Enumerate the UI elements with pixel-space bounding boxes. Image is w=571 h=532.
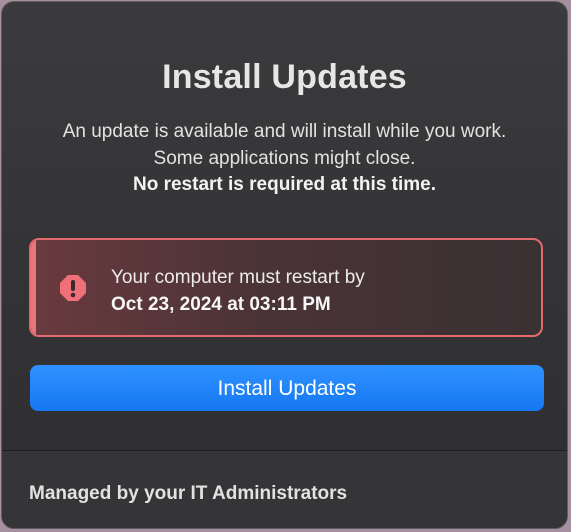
description-line-2: Some applications might close. — [153, 147, 416, 169]
description-line-1: An update is available and will install … — [62, 121, 507, 142]
description-line-3: No restart is required at this time. — [132, 174, 437, 195]
managed-by-text: Managed by your IT Administrators — [29, 483, 348, 504]
alert-accent-bar — [31, 240, 36, 335]
restart-deadline: Oct 23, 2024 at 03:11 PM — [111, 294, 331, 315]
dialog-footer: Managed by your IT Administrators — [2, 450, 567, 528]
alert-lead-text: Your computer must restart by — [111, 267, 365, 288]
restart-deadline-alert: Your computer must restart by Oct 23, 20… — [29, 238, 543, 337]
alert-text: Your computer must restart by Oct 23, 20… — [111, 264, 365, 318]
install-updates-button[interactable]: Install Updates — [30, 365, 544, 411]
exclamation-octagon-icon — [60, 275, 86, 301]
dialog-description: An update is available and will install … — [2, 119, 567, 199]
install-updates-dialog: Install Updates An update is available a… — [1, 1, 568, 529]
dialog-title: Install Updates — [162, 58, 407, 96]
